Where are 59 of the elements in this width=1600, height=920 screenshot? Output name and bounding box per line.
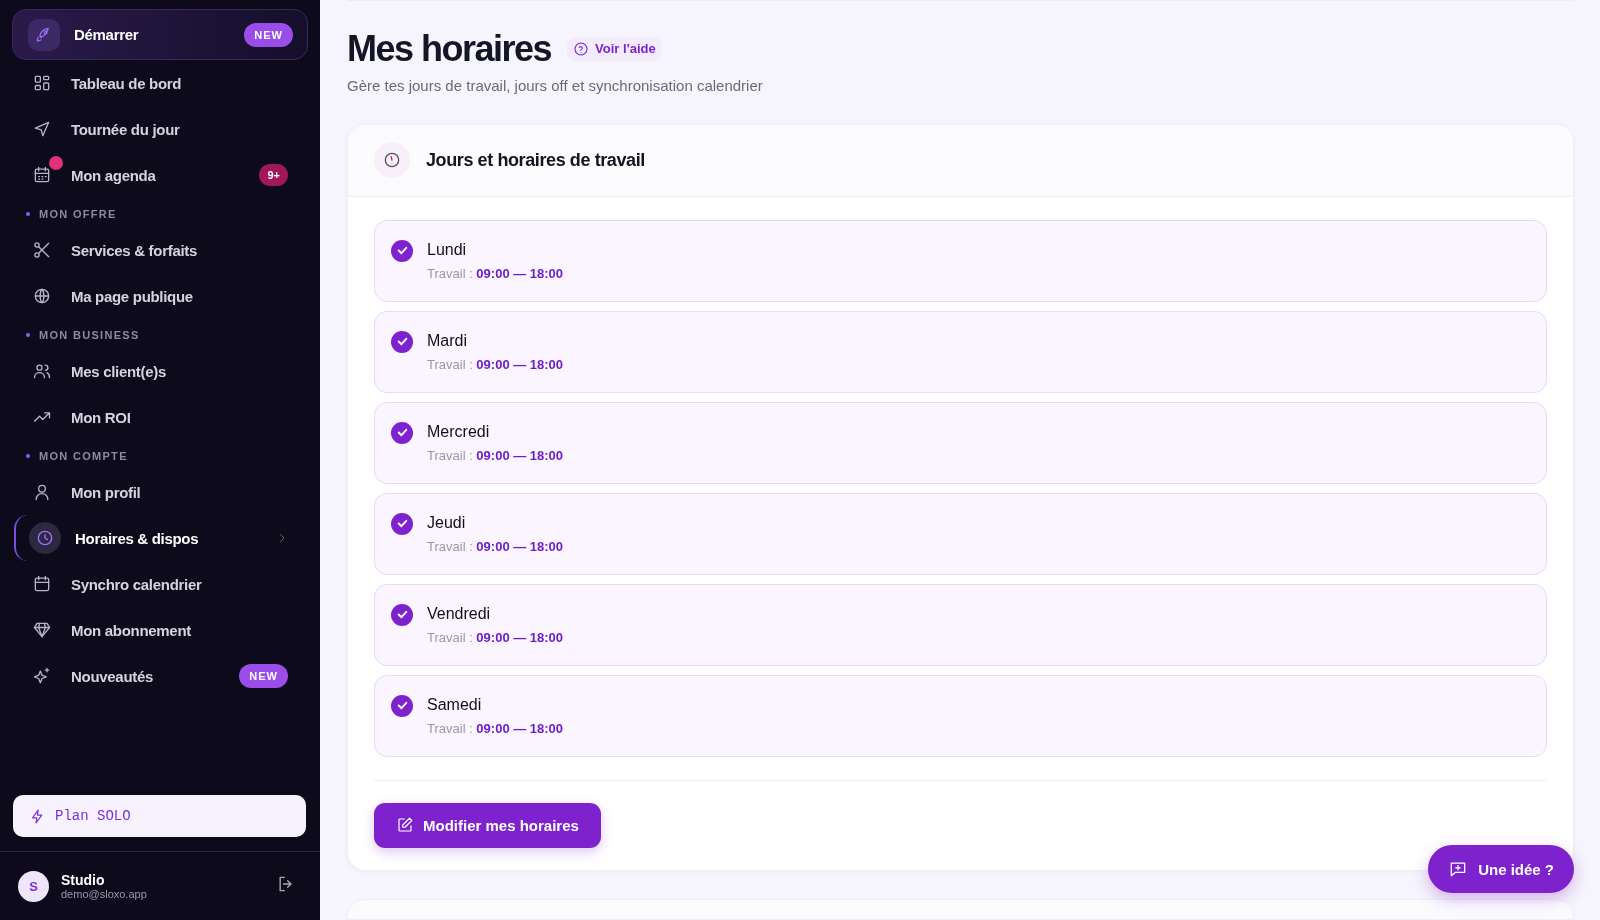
sparkles-icon bbox=[32, 666, 52, 686]
work-hours: Travail : 09:00 — 18:00 bbox=[427, 356, 564, 372]
section-label: MON OFFRE bbox=[39, 207, 117, 220]
day-name: Samedi bbox=[427, 695, 483, 714]
nav-item[interactable]: Mon agenda 9+ bbox=[14, 152, 300, 198]
globe-icon bbox=[32, 286, 52, 306]
checkbox[interactable] bbox=[391, 421, 413, 444]
edit-icon bbox=[396, 816, 414, 835]
new-badge: NEW bbox=[239, 664, 288, 688]
calendar-icon bbox=[32, 165, 52, 185]
checkbox[interactable] bbox=[391, 694, 413, 717]
help-circle-icon bbox=[573, 40, 590, 57]
nav-item[interactable]: Synchro calendrier bbox=[14, 561, 300, 607]
navigation-icon bbox=[32, 119, 52, 139]
day-name: Lundi bbox=[427, 240, 468, 259]
feedback-button[interactable]: Une idée ? bbox=[1428, 845, 1574, 893]
user-name: Studio bbox=[61, 872, 106, 888]
clock-icon bbox=[374, 142, 410, 179]
nav-item[interactable]: Mon profil bbox=[14, 469, 300, 515]
nav-item[interactable]: Mon ROI bbox=[14, 394, 300, 440]
day-name: Vendredi bbox=[427, 604, 492, 623]
plan-button[interactable]: Plan SOLO bbox=[13, 795, 306, 837]
user-email: demo@sloxo.app bbox=[61, 888, 148, 900]
diamond-icon bbox=[32, 620, 52, 640]
work-hours: Travail : 09:00 — 18:00 bbox=[427, 265, 564, 281]
nav-item[interactable]: Horaires & dispos bbox=[14, 515, 300, 561]
nav-item[interactable]: Mon abonnement bbox=[14, 607, 300, 653]
work-hours: Travail : 09:00 — 18:00 bbox=[427, 629, 564, 645]
calendar-icon bbox=[32, 574, 52, 594]
nav-item[interactable]: Tournée du jour bbox=[14, 106, 300, 152]
help-link[interactable]: Voir l'aide bbox=[567, 36, 662, 61]
checkbox[interactable] bbox=[391, 330, 413, 353]
checkbox[interactable] bbox=[391, 239, 413, 262]
page-subtitle: Gère tes jours de travail, jours off et synchronisation calendrier bbox=[347, 76, 764, 94]
checkbox[interactable] bbox=[391, 512, 413, 535]
nav-item[interactable]: Tableau de bord bbox=[14, 60, 300, 106]
work-hours: Travail : 09:00 — 18:00 bbox=[427, 720, 564, 736]
day-name: Jeudi bbox=[427, 513, 467, 532]
nav-item[interactable]: Services & forfaits bbox=[14, 227, 300, 273]
page-title: Mes horaires bbox=[347, 26, 552, 71]
grid-icon bbox=[32, 73, 52, 93]
day-name: Mercredi bbox=[427, 422, 491, 441]
section-label: MON COMPTE bbox=[39, 449, 128, 462]
edit-schedule-button[interactable]: Modifier mes horaires bbox=[374, 802, 601, 848]
clock-icon bbox=[35, 528, 55, 548]
new-badge: NEW bbox=[244, 22, 293, 47]
avatar: S bbox=[18, 870, 49, 902]
section-label: MON BUSINESS bbox=[39, 328, 140, 341]
featured-nav-item[interactable]: Démarrer NEW bbox=[12, 9, 308, 60]
scissors-icon bbox=[32, 240, 52, 260]
work-hours: Travail : 09:00 — 18:00 bbox=[427, 447, 564, 463]
checkbox[interactable] bbox=[391, 603, 413, 626]
nav-item[interactable]: Ma page publique bbox=[14, 273, 300, 319]
nav-item[interactable]: Mes client(e)s bbox=[14, 348, 300, 394]
day-name: Mardi bbox=[427, 331, 468, 350]
card-title: Jours et horaires de travail bbox=[426, 149, 645, 171]
count-badge: 9+ bbox=[259, 164, 288, 186]
work-hours: Travail : 09:00 — 18:00 bbox=[427, 538, 564, 554]
nav-item[interactable]: Nouveautés NEW bbox=[14, 653, 300, 699]
